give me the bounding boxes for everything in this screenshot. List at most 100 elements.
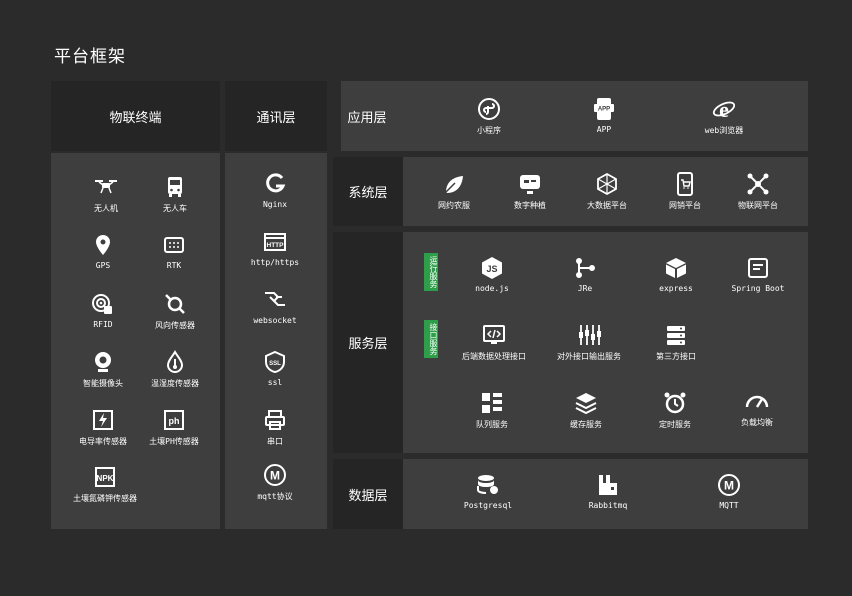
npk-sensor-icon: NPK — [95, 467, 115, 487]
svg-text:SSL: SSL — [269, 361, 281, 367]
comm-label: ssl — [267, 378, 283, 387]
data-item-0: Postgresql — [433, 473, 543, 510]
data-item-2: M MQTT — [674, 473, 784, 510]
svg-text:APP: APP — [598, 107, 610, 113]
data-item-1: Rabbitmq — [553, 473, 663, 510]
connector-pins-icon — [579, 325, 601, 345]
vehicle-icon — [168, 177, 182, 197]
svg-text:JS: JS — [486, 264, 497, 274]
humidity-sensor-icon — [166, 350, 184, 373]
data-layer-label: 数据层 — [333, 459, 403, 529]
system-item-4: 物联网平台 — [703, 172, 813, 211]
rtk-device-icon — [164, 237, 184, 253]
http-icon: HTTP — [264, 233, 286, 251]
iot-label: 土壤PH传感器 — [149, 437, 199, 446]
service-label: 负载均衡 — [741, 418, 773, 427]
comm-item-nginx: Nginx — [220, 172, 330, 209]
nodejs-icon: JS — [482, 257, 502, 279]
comm-item-serial: 串口 — [220, 408, 330, 447]
service-runtime-3: Spring Boot — [703, 256, 813, 293]
mqtt-icon: M — [718, 474, 740, 496]
app-item-miniprogram: 小程序 — [434, 97, 544, 136]
comm-label: http/https — [250, 258, 300, 267]
web-browser-icon: e — [712, 97, 736, 121]
app-item-web: e web浏览器 — [669, 97, 779, 136]
app-label: 小程序 — [477, 126, 501, 135]
comm-item-websocket: websocket — [220, 288, 330, 325]
layers-cache-icon — [575, 393, 597, 415]
iot-header: 物联终端 — [51, 81, 220, 151]
svg-text:ph: ph — [169, 416, 180, 426]
nginx-icon — [266, 173, 286, 193]
page-title: 平台框架 — [54, 47, 126, 67]
comm-item-ssl: SSL ssl — [220, 350, 330, 387]
code-window-icon — [483, 325, 505, 344]
mini-program-icon — [478, 98, 500, 120]
service-label: Spring Boot — [731, 284, 785, 293]
svg-text:M: M — [724, 479, 734, 493]
websocket-icon — [265, 292, 285, 306]
wind-sensor-icon — [165, 294, 185, 314]
data-label: MQTT — [719, 501, 739, 510]
svg-text:HTTP: HTTP — [267, 242, 285, 249]
comm-item-http: HTTP http/https — [220, 230, 330, 267]
database-icon — [477, 475, 498, 494]
gauge-icon — [745, 395, 769, 408]
comm-label: websocket — [253, 316, 297, 325]
iot-label: 温湿度传感器 — [151, 379, 199, 388]
mqtt-icon: M — [264, 464, 286, 486]
system-label: 物联网平台 — [738, 201, 778, 210]
app-layer-label: 应用层 — [347, 110, 387, 126]
iot-label: 风向传感器 — [155, 321, 195, 330]
iot-item-rtk: RTK — [119, 233, 229, 270]
iot-item-ph: ph 土壤PH传感器 — [119, 408, 229, 447]
app-label: APP — [596, 125, 612, 134]
system-layer-label: 系统层 — [333, 157, 403, 226]
runtime-service-tag: 运行服务 — [424, 253, 438, 291]
data-label: Postgresql — [463, 501, 513, 510]
location-pin-icon — [96, 235, 110, 255]
app-item-app: APP APP — [549, 97, 659, 134]
queue-grid-icon — [482, 393, 502, 413]
service-other-3: 负载均衡 — [702, 389, 812, 428]
iot-item-humidity: 温湿度传感器 — [120, 350, 230, 389]
spring-doc-icon — [748, 258, 768, 278]
comm-header: 通讯层 — [225, 81, 327, 151]
service-interface-2: 第三方接口 — [621, 323, 731, 362]
printer-port-icon — [265, 410, 285, 430]
app-phone-icon: APP — [594, 98, 614, 120]
iot-label: RTK — [166, 261, 182, 270]
ssl-shield-icon: SSL — [265, 350, 285, 374]
comm-item-mqtt: M mqtt协议 — [220, 463, 330, 502]
iot-hub-icon — [747, 173, 769, 195]
service-label: 后端数据处理接口 — [462, 352, 526, 361]
iot-item-npk: NPK 土壤氮磷钾传感器 — [50, 465, 160, 504]
iot-item-wind: 风向传感器 — [120, 292, 230, 331]
ph-sensor-icon: ph — [164, 410, 184, 430]
service-label: 第三方接口 — [656, 352, 696, 361]
svg-text:NPK: NPK — [97, 474, 114, 483]
rfid-icon — [92, 294, 112, 314]
comm-label: 串口 — [267, 437, 283, 446]
camera-icon — [95, 352, 111, 372]
service-interface-0: 后端数据处理接口 — [439, 323, 549, 362]
shopping-cart-phone-icon — [677, 172, 693, 196]
share-graph-icon — [576, 258, 595, 278]
data-label: Rabbitmq — [588, 501, 628, 510]
svg-text:M: M — [270, 469, 280, 483]
digital-monitor-icon — [520, 175, 540, 194]
rabbitmq-icon — [599, 475, 617, 495]
big-data-network-icon — [597, 172, 617, 196]
iot-item-vehicle: 无人车 — [120, 175, 230, 214]
leaf-icon — [444, 176, 463, 194]
package-box-icon — [666, 258, 686, 278]
interface-service-tag: 接口服务 — [424, 320, 438, 358]
app-label: web浏览器 — [704, 126, 744, 135]
iot-label: 无人车 — [163, 204, 187, 213]
conductivity-sensor-icon — [93, 410, 113, 430]
service-layer-label: 服务层 — [333, 232, 403, 453]
comm-label: Nginx — [262, 200, 288, 209]
iot-label: 土壤氮磷钾传感器 — [73, 494, 137, 503]
comm-label: mqtt协议 — [257, 492, 293, 501]
drone-icon — [95, 180, 117, 194]
